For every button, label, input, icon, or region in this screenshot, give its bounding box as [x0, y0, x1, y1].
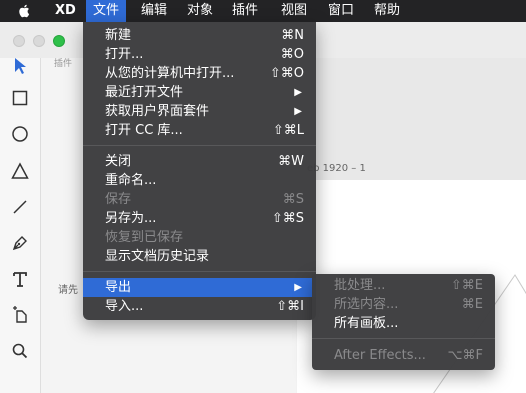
menu-item-revert: 恢复到已保存	[83, 228, 316, 247]
panel-tab-label[interactable]: 插件	[54, 56, 72, 69]
menu-item-label: 最近打开文件	[105, 85, 184, 100]
tools-toolbar	[0, 58, 41, 393]
menu-item-save: 保存 ⌘S	[83, 190, 316, 209]
select-tool-icon[interactable]	[10, 56, 30, 76]
menu-item-label: After Effects...	[334, 348, 426, 363]
menu-item-save-as[interactable]: 另存为... ⇧⌘S	[83, 209, 316, 228]
menu-window[interactable]: 窗口	[321, 0, 361, 22]
menu-item-label: 从您的计算机中打开...	[105, 66, 235, 81]
menu-item-get-ui-kits[interactable]: 获取用户界面套件 ▶	[83, 102, 316, 121]
artboard-tool-icon[interactable]	[10, 304, 30, 324]
menu-item-label: 所有画板...	[334, 316, 399, 331]
shortcut-label: ⌘S	[282, 192, 304, 207]
file-menu-dropdown: 新建 ⌘N 打开... ⌘O 从您的计算机中打开... ⇧⌘O 最近打开文件 ▶…	[83, 22, 316, 320]
pen-tool-icon[interactable]	[10, 233, 30, 253]
shortcut-label: ⌘W	[278, 154, 304, 169]
menu-item-batch: 批处理... ⇧⌘E	[312, 276, 495, 295]
menu-item-after-effects: After Effects... ⌥⌘F	[312, 346, 495, 365]
menu-item-all-artboards[interactable]: 所有画板...	[312, 314, 495, 333]
shortcut-label: ⌘O	[280, 47, 304, 62]
menu-item-label: 批处理...	[334, 278, 386, 293]
shortcut-label: ⇧⌘S	[271, 211, 304, 226]
apple-logo-icon	[18, 4, 30, 22]
export-submenu: 批处理... ⇧⌘E 所选内容... ⌘E 所有画板... After Effe…	[312, 274, 495, 370]
menu-item-open[interactable]: 打开... ⌘O	[83, 45, 316, 64]
menu-item-label: 关闭	[105, 154, 132, 169]
menu-item-open-recent[interactable]: 最近打开文件 ▶	[83, 83, 316, 102]
menu-file[interactable]: 文件	[86, 0, 127, 22]
shortcut-label: ⇧⌘L	[272, 123, 304, 138]
menu-help[interactable]: 帮助	[367, 0, 407, 22]
menu-item-import[interactable]: 导入... ⇧⌘I	[83, 297, 316, 316]
maximize-window-button[interactable]	[53, 35, 65, 47]
text-tool-icon[interactable]	[10, 269, 30, 289]
menu-item-label: 打开...	[105, 47, 144, 62]
rectangle-tool-icon[interactable]	[10, 88, 30, 108]
minimize-window-button[interactable]	[33, 35, 45, 47]
menu-item-open-from-computer[interactable]: 从您的计算机中打开... ⇧⌘O	[83, 64, 316, 83]
line-tool-icon[interactable]	[10, 197, 30, 217]
menu-item-label: 重命名...	[105, 173, 157, 188]
menu-item-close[interactable]: 关闭 ⌘W	[83, 152, 316, 171]
shortcut-label: ⇧⌘I	[276, 299, 304, 314]
close-window-button[interactable]	[13, 35, 25, 47]
shortcut-label: ⌥⌘F	[447, 348, 483, 363]
shortcut-label: ⌘E	[461, 297, 483, 312]
menu-xd[interactable]: XD	[48, 0, 83, 22]
menu-item-rename[interactable]: 重命名...	[83, 171, 316, 190]
menu-plugins[interactable]: 插件	[225, 0, 265, 22]
ellipse-tool-icon[interactable]	[10, 124, 30, 144]
menu-item-label: 新建	[105, 28, 132, 43]
menu-bar: XD 文件 编辑 对象 插件 视图 窗口 帮助	[0, 0, 526, 22]
menu-item-open-cc-libraries[interactable]: 打开 CC 库... ⇧⌘L	[83, 121, 316, 140]
shortcut-label: ⌘N	[281, 28, 304, 43]
panel-hint-text: 请先	[58, 285, 78, 296]
menu-item-label: 另存为...	[105, 211, 157, 226]
zoom-tool-icon[interactable]	[10, 341, 30, 361]
menu-item-document-history[interactable]: 显示文档历史记录	[83, 247, 316, 266]
shortcut-label: ⇧⌘E	[450, 278, 483, 293]
apple-menu[interactable]	[14, 0, 34, 22]
menu-edit[interactable]: 编辑	[134, 0, 174, 22]
menu-view[interactable]: 视图	[274, 0, 314, 22]
menu-item-label: 获取用户界面套件	[105, 104, 210, 119]
menu-separator	[83, 271, 316, 272]
menu-item-label: 恢复到已保存	[105, 230, 184, 245]
submenu-arrow-icon: ▶	[294, 282, 302, 293]
menu-separator	[83, 145, 316, 146]
menu-item-label: 打开 CC 库...	[105, 123, 183, 138]
menu-separator	[312, 338, 495, 339]
menu-object[interactable]: 对象	[180, 0, 220, 22]
submenu-arrow-icon: ▶	[294, 106, 302, 117]
menu-item-label: 导出	[105, 280, 132, 295]
menu-item-label: 保存	[105, 192, 132, 207]
menu-item-label: 所选内容...	[334, 297, 399, 312]
menu-item-new[interactable]: 新建 ⌘N	[83, 26, 316, 45]
menu-item-selected: 所选内容... ⌘E	[312, 295, 495, 314]
menu-item-label: 显示文档历史记录	[105, 249, 210, 264]
polygon-tool-icon[interactable]	[10, 161, 30, 181]
menu-item-export[interactable]: 导出 ▶	[83, 278, 316, 297]
shortcut-label: ⇧⌘O	[269, 66, 304, 81]
submenu-arrow-icon: ▶	[294, 87, 302, 98]
menu-item-label: 导入...	[105, 299, 144, 314]
